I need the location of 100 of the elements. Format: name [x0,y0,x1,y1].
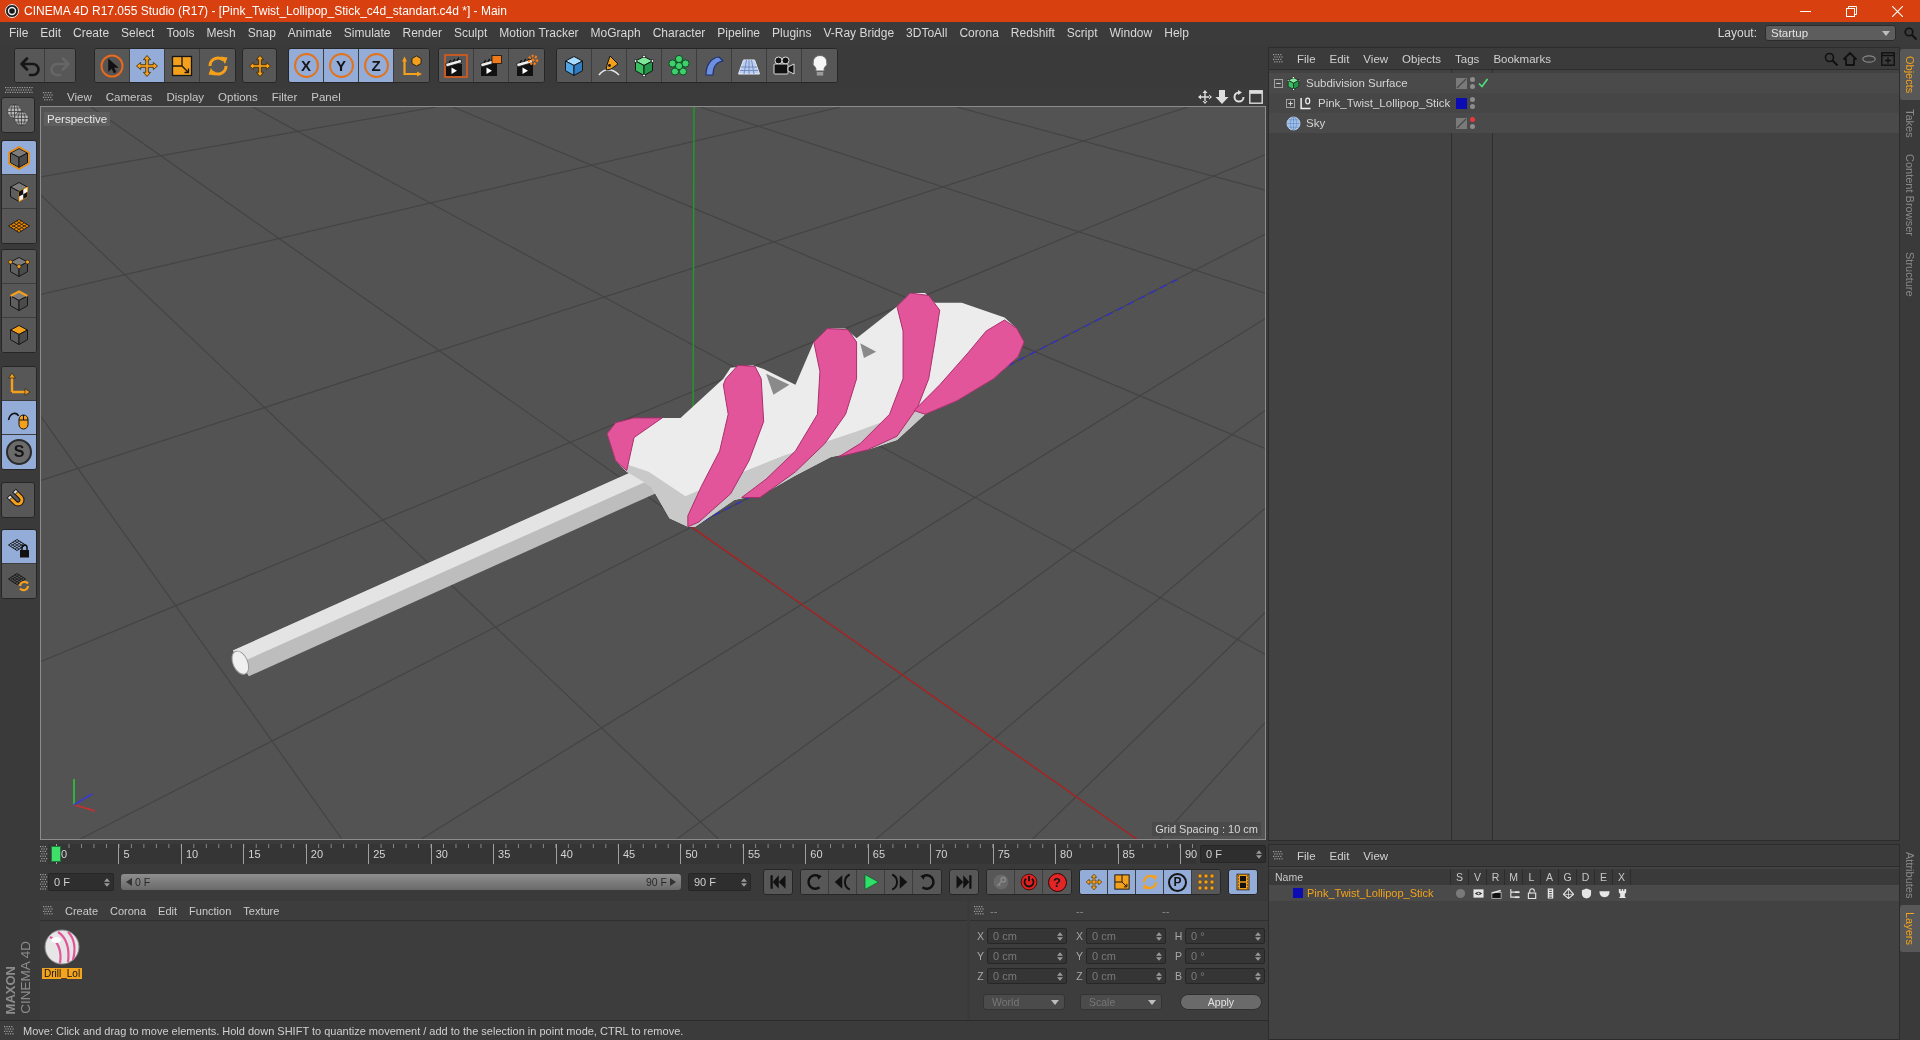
go-to-end-button[interactable] [949,869,979,895]
layer-menu-item[interactable]: Edit [1329,849,1350,862]
panel-grip-icon[interactable] [1273,53,1283,64]
menu-item[interactable]: Pipeline [717,26,761,40]
menu-item[interactable]: Plugins [772,26,812,40]
menu-item[interactable]: File [9,26,29,40]
menu-item[interactable]: Render [402,26,442,40]
menu-item[interactable]: Corona [959,26,999,40]
hierarchy-icon[interactable] [1508,887,1520,899]
render-view-button[interactable] [439,49,474,82]
clapperboard-icon[interactable] [1490,887,1502,899]
key-scale-button[interactable] [1108,870,1136,894]
layer-name[interactable]: Pink_Twist_Lollipop_Stick [1307,887,1434,899]
key-rotation-button[interactable] [1136,870,1164,894]
cube-button[interactable] [557,49,592,82]
menu-item[interactable]: Create [73,26,110,40]
check-mark-icon[interactable] [1478,78,1488,88]
menu-item[interactable]: Tools [166,26,195,40]
layer-swatch-icon[interactable] [1293,888,1303,898]
plus-box-icon[interactable] [1286,98,1295,108]
menu-item[interactable]: V-Ray Bridge [823,26,895,40]
minus-box-icon[interactable] [1274,78,1283,88]
menu-item[interactable]: 3DToAll [906,26,948,40]
menu-item[interactable]: Animate [287,26,332,40]
editor-visibility-dot[interactable] [1470,97,1475,102]
viewport-menu-item[interactable]: Display [166,91,205,103]
menu-item[interactable]: Script [1066,26,1098,40]
menu-item[interactable]: Edit [40,26,62,40]
playhead-marker[interactable] [51,846,61,862]
material-menu-item[interactable]: Corona [110,904,147,917]
shield-icon[interactable] [1580,887,1592,899]
object-menu-item[interactable]: Tags [1455,52,1480,65]
layout-dropdown[interactable]: Startup [1765,25,1896,41]
layer-swatch-icon[interactable] [1456,97,1467,109]
key-parameter-button[interactable]: P [1164,870,1192,894]
viewport-menu-item[interactable]: Options [218,91,258,103]
model-mode-button[interactable] [2,141,36,175]
menu-item[interactable]: Select [121,26,155,40]
axis-lock-button[interactable]: Z [359,49,394,82]
spinner-arrows-icon[interactable] [104,877,110,887]
object-menu-item[interactable]: Edit [1329,52,1350,65]
menu-item[interactable]: Help [1164,26,1189,40]
axis-lock-button[interactable]: Y [324,49,359,82]
editor-visibility-dot[interactable] [1470,117,1475,122]
object-name[interactable]: Pink_Twist_Lollipop_Stick [1318,97,1451,109]
object-name[interactable]: Sky [1306,117,1326,129]
start-frame-field[interactable]: 0 F [48,873,114,891]
material-name[interactable]: Drill_Lol [42,968,83,979]
material-menu-item[interactable]: Edit [158,904,178,917]
material-sphere-icon[interactable] [44,929,81,965]
material-menu-item[interactable]: Create [65,904,99,917]
spinner-arrows-icon[interactable] [1256,849,1262,859]
viewport-menu-item[interactable]: Cameras [105,91,153,103]
menu-item[interactable]: Motion Tracker [499,26,579,40]
select-tool-button[interactable] [95,49,130,82]
down-arrow-icon[interactable] [1215,90,1229,104]
undo-button[interactable] [15,49,45,82]
axis-mode-button[interactable] [2,367,36,401]
padlock-icon[interactable] [1526,887,1538,899]
frame-range-slider[interactable]: 0 F 90 F [121,874,681,890]
panel-grip-icon[interactable] [5,87,33,93]
caret-icon[interactable] [1882,30,1890,36]
axis-lock-button[interactable]: X [289,49,324,82]
go-to-start-button[interactable] [763,869,793,895]
solo-dot-icon[interactable] [1454,887,1466,899]
pyramid-icon[interactable] [1562,887,1574,899]
object-menu-item[interactable]: Bookmarks [1493,52,1551,65]
timeline-window-button[interactable] [1228,869,1258,895]
magnet-button[interactable] [1,482,35,518]
panel-grip-icon[interactable] [40,846,48,862]
menu-item[interactable]: Mesh [206,26,236,40]
left-triangle-icon[interactable] [126,878,132,886]
object-menu-item[interactable]: View [1363,52,1389,65]
points-mode-button[interactable] [2,250,36,284]
material-menu-item[interactable]: Function [189,904,232,917]
panel-grip-icon[interactable] [4,1025,14,1036]
viewport-canvas[interactable]: Perspective Grid Spacing : 10 cm [40,106,1266,840]
previous-key-button[interactable] [801,870,829,894]
render-visibility-dot[interactable] [1470,104,1475,109]
move-tool-button[interactable] [242,48,277,83]
circular-arrow-icon[interactable] [1232,90,1246,104]
eye-box-icon[interactable] [1472,887,1484,899]
layer-menu-item[interactable]: View [1363,849,1389,862]
layer-menu-item[interactable]: File [1297,849,1316,862]
object-menu-item[interactable]: Objects [1402,52,1442,65]
move-tool-button[interactable] [130,49,165,82]
window-icon[interactable] [1249,90,1263,104]
spinner-arrows-icon[interactable] [741,877,747,887]
menu-item[interactable]: Window [1109,26,1153,40]
render-visibility-dot[interactable] [1470,84,1475,89]
menu-item[interactable]: Character [652,26,706,40]
object-menu-item[interactable]: File [1297,52,1316,65]
panel-grip-icon[interactable] [1273,850,1283,861]
menu-item[interactable]: Simulate [343,26,391,40]
viewport-menu-item[interactable]: Panel [311,91,341,103]
tweak-mode-button[interactable] [2,401,36,435]
object-name[interactable]: Subdivision Surface [1306,77,1408,89]
key-position-button[interactable] [1080,870,1108,894]
cross-arrows-icon[interactable] [1198,90,1212,104]
menu-item[interactable]: Redshift [1010,26,1055,40]
